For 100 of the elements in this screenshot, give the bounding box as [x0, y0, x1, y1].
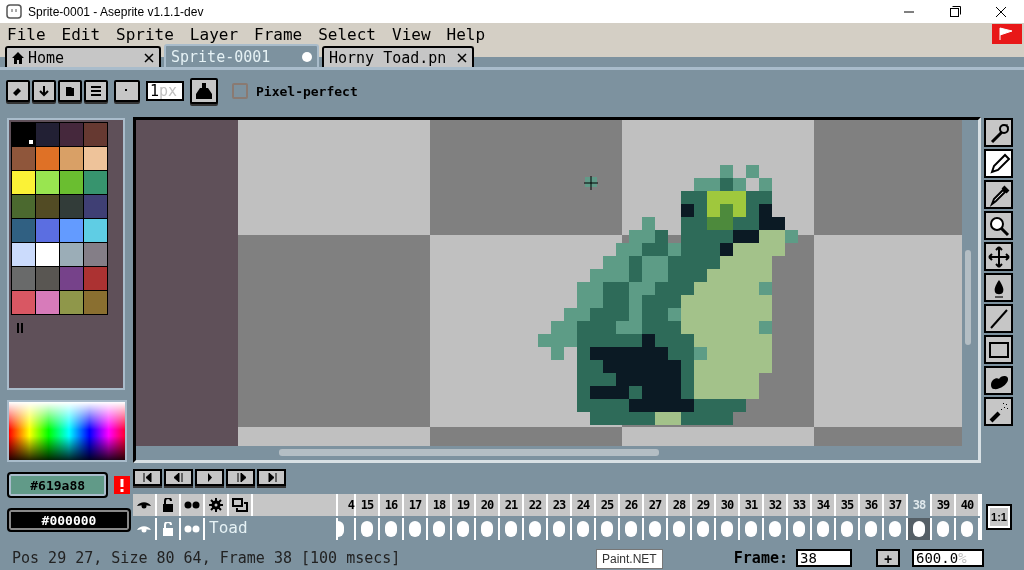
color-swatch[interactable] [60, 291, 83, 314]
line-tool-button[interactable] [984, 304, 1013, 333]
color-swatch[interactable] [84, 267, 107, 290]
scrollbar-thumb[interactable] [965, 250, 971, 345]
cel-marker[interactable] [529, 521, 541, 537]
cel-marker[interactable] [338, 521, 344, 537]
eye-icon[interactable] [137, 501, 151, 509]
cel-marker[interactable] [649, 521, 661, 537]
frame-header[interactable]: 20 [476, 494, 500, 516]
add-button[interactable]: + [876, 548, 900, 567]
frame-header[interactable]: 39 [932, 494, 956, 516]
frame-header[interactable]: 21 [500, 494, 524, 516]
frame-header[interactable]: 30 [716, 494, 740, 516]
color-swatch[interactable] [36, 291, 59, 314]
frame-header[interactable]: 25 [596, 494, 620, 516]
color-swatch[interactable] [84, 243, 107, 266]
menu-item[interactable]: View [385, 24, 440, 44]
color-swatch[interactable] [12, 171, 35, 194]
cel-marker[interactable] [553, 521, 565, 537]
color-swatch[interactable] [36, 267, 59, 290]
color-swatch[interactable] [84, 123, 107, 146]
close-icon[interactable] [457, 52, 467, 63]
eraser-button[interactable] [6, 80, 30, 102]
color-swatch[interactable] [84, 219, 107, 242]
frame-header[interactable]: 27 [644, 494, 668, 516]
zoom-reset-button[interactable]: 1:1 [986, 504, 1012, 530]
frame-header[interactable]: 40 [956, 494, 980, 516]
color-spectrum[interactable] [7, 400, 127, 462]
frame-header[interactable]: 35 [836, 494, 860, 516]
cel-marker[interactable] [601, 521, 613, 537]
brush-shape-button[interactable] [114, 80, 140, 102]
tab[interactable]: Home [5, 46, 161, 67]
blob-tool-button[interactable] [984, 366, 1013, 395]
cel-marker[interactable] [481, 521, 493, 537]
cel-marker[interactable] [865, 521, 877, 537]
next-frame-button[interactable] [226, 469, 255, 486]
cel-marker[interactable] [841, 521, 853, 537]
color-swatch[interactable] [36, 147, 59, 170]
cel-marker[interactable] [673, 521, 685, 537]
color-swatch[interactable] [12, 291, 35, 314]
lines-button[interactable] [84, 80, 108, 102]
frame-header[interactable]: 17 [404, 494, 428, 516]
flag-icon[interactable] [992, 24, 1022, 44]
frame-field[interactable]: 38 [796, 548, 852, 567]
cel-marker[interactable] [433, 521, 445, 537]
frame-header[interactable]: 22 [524, 494, 548, 516]
cel-marker[interactable] [913, 521, 925, 537]
color-swatch[interactable] [60, 243, 83, 266]
square-button[interactable] [58, 80, 82, 102]
cel-marker[interactable] [889, 521, 901, 537]
frame-header[interactable]: 28 [668, 494, 692, 516]
foreground-color-button[interactable]: #619a88 [7, 472, 109, 498]
move-tool-button[interactable] [984, 242, 1013, 271]
cel-marker[interactable] [769, 521, 781, 537]
cel-marker[interactable] [793, 521, 805, 537]
frames-icon[interactable] [232, 498, 248, 512]
color-swatch[interactable] [84, 195, 107, 218]
frame-header[interactable]: 15 [356, 494, 380, 516]
eyedropper-tool-button[interactable] [984, 180, 1013, 209]
frame-header[interactable]: 16 [380, 494, 404, 516]
cel-marker[interactable] [505, 521, 517, 537]
cel-marker[interactable] [961, 521, 973, 537]
color-swatch[interactable] [12, 147, 35, 170]
gear-icon[interactable] [209, 498, 223, 512]
cel-marker[interactable] [697, 521, 709, 537]
zoom-tool-button[interactable] [984, 211, 1013, 240]
spray-tool-button[interactable] [984, 397, 1013, 426]
color-swatch[interactable] [12, 219, 35, 242]
menu-item[interactable]: Frame [247, 24, 312, 44]
color-swatch[interactable] [60, 171, 83, 194]
rect-tool-button[interactable] [984, 335, 1013, 364]
last-frame-button[interactable] [257, 469, 286, 486]
frame-header[interactable]: 36 [860, 494, 884, 516]
color-swatch[interactable] [60, 147, 83, 170]
color-swatch[interactable] [84, 147, 107, 170]
scrollbar-thumb[interactable] [279, 449, 659, 456]
padlock-icon[interactable] [162, 498, 174, 512]
color-swatch[interactable] [60, 123, 83, 146]
down-button[interactable] [32, 80, 56, 102]
color-swatch[interactable] [12, 243, 35, 266]
color-swatch[interactable] [12, 267, 35, 290]
menu-item[interactable]: Sprite [109, 24, 183, 44]
color-swatch[interactable] [84, 171, 107, 194]
bucket-tool-button[interactable] [984, 273, 1013, 302]
warning-icon[interactable] [114, 476, 130, 494]
frame-header[interactable]: 23 [548, 494, 572, 516]
color-swatch[interactable] [12, 195, 35, 218]
frame-header[interactable]: 24 [572, 494, 596, 516]
color-swatch[interactable] [84, 291, 107, 314]
onion-skin-icon[interactable] [184, 501, 200, 509]
color-swatch[interactable] [36, 171, 59, 194]
cel-marker[interactable] [385, 521, 397, 537]
color-swatch[interactable] [60, 267, 83, 290]
close-icon[interactable] [144, 52, 154, 63]
frame-header[interactable]: 37 [884, 494, 908, 516]
menu-item[interactable]: Edit [54, 24, 110, 44]
play-button[interactable] [195, 469, 224, 486]
menu-item[interactable]: Help [439, 24, 495, 44]
zoom-field[interactable]: 600.0% [912, 548, 984, 567]
ink-button[interactable] [190, 78, 218, 104]
